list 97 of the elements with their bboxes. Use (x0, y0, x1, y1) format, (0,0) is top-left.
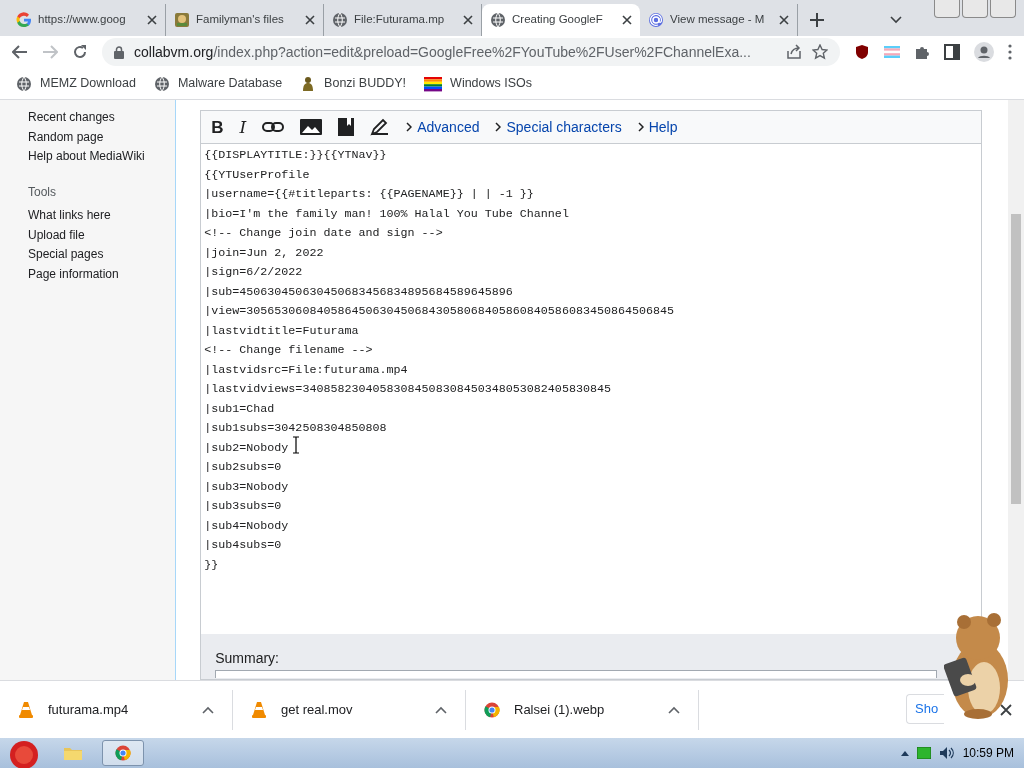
close-icon[interactable] (147, 15, 157, 25)
sidebar-link[interactable]: Help about MediaWiki (28, 147, 176, 167)
bookmark[interactable]: Malware Database (153, 74, 283, 93)
star-icon[interactable] (812, 44, 828, 60)
code-line: }} (204, 556, 219, 574)
download-item[interactable]: get real.mov (233, 689, 466, 730)
code-line: |sub1=Chad (204, 400, 275, 418)
bookmark[interactable]: MEMZ Download (16, 74, 136, 93)
sidebar-link[interactable]: Page information (28, 264, 176, 284)
sidebar-link[interactable]: Special pages (28, 245, 176, 265)
chevron-right-icon (406, 122, 413, 132)
close-icon[interactable] (305, 15, 315, 25)
close-icon[interactable] (779, 15, 789, 25)
code-line: |join=Jun 2, 2022 (204, 244, 324, 262)
code-line: |lastvidsrc=File:futurama.mp4 (204, 361, 408, 379)
sidebar-link[interactable]: Upload file (28, 225, 176, 245)
image-icon[interactable] (300, 119, 323, 135)
code-line: |sub2subs=0 (204, 459, 282, 476)
folder-icon (63, 745, 83, 761)
code-line: {{YTUserProfile (204, 166, 310, 184)
profile-icon[interactable] (974, 42, 994, 62)
taskbar-app[interactable] (102, 740, 144, 766)
more-menu-icon[interactable] (1008, 44, 1012, 60)
back-icon[interactable] (12, 45, 28, 59)
code-line: |username={{#titleparts: {{PAGENAME}} | | -1 }} (204, 186, 534, 203)
chrome-icon (115, 745, 131, 761)
chevron-right-icon (637, 122, 644, 132)
url-text: collabvm.org/index.php?action=edit&preload=GoogleFree%2FYouTube%2FUser%2FChannelExa... (134, 42, 751, 62)
code-line: |sub4=Nobody (204, 517, 289, 535)
code-line: <!-- Change join date and sign --> (204, 225, 443, 242)
browser-tab[interactable]: Creating GoogleF (482, 4, 640, 36)
address-bar[interactable]: collabvm.org/index.php?action=edit&preload=GoogleFree%2FYouTube%2FUser%2FChannelExa... (102, 38, 840, 66)
chrome-icon (484, 701, 500, 718)
google-icon (16, 12, 32, 28)
new-tab-icon[interactable] (810, 13, 824, 27)
close-icon[interactable] (1000, 703, 1012, 716)
link-icon[interactable] (262, 120, 285, 134)
at-sign-icon (648, 12, 664, 28)
chevron-right-icon (495, 122, 502, 132)
code-line: {{DISPLAYTITLE:}}{{YTNav}} (204, 147, 387, 164)
code-line: |lastvidtitle=Futurama (204, 322, 359, 340)
code-line: |sub1subs=3042508304850808 (204, 420, 387, 437)
globe-icon (332, 12, 348, 28)
show-all-button[interactable]: Sho (906, 694, 944, 724)
image-icon (174, 12, 190, 28)
side-panel-icon[interactable] (944, 44, 960, 60)
scrollbar[interactable] (1008, 100, 1024, 680)
traffic-cone-icon (18, 700, 34, 719)
summary-field[interactable] (215, 670, 938, 678)
sidebar-heading: Tools (28, 183, 57, 201)
bookmark[interactable]: Bonzi BUDDY! (300, 74, 407, 93)
code-line: <!-- Change filename --> (204, 342, 373, 359)
bold-button[interactable]: B (205, 116, 230, 138)
globe-icon (16, 75, 32, 92)
sidebar-link[interactable]: Random page (28, 127, 176, 147)
network-icon[interactable] (916, 747, 931, 759)
globe-icon (153, 75, 170, 92)
traffic-cone-icon (251, 700, 267, 719)
rainbow-flag-icon (424, 75, 443, 92)
sidebar-link[interactable]: What links here (28, 206, 176, 226)
close-icon[interactable] (463, 15, 473, 25)
code-line: |view=3056530608405864506304506843058068405860840586083450864506845 (204, 303, 675, 320)
download-item[interactable]: Ralsei (1).webp (466, 689, 699, 730)
bookmark-icon[interactable] (338, 118, 355, 136)
reload-icon[interactable] (72, 44, 88, 60)
chevron-up-icon[interactable] (435, 705, 447, 714)
code-line: |sign=6/2/2022 (204, 264, 303, 281)
chevron-down-icon[interactable] (890, 16, 902, 24)
clock[interactable]: 10:59 PM (962, 744, 1014, 762)
bookmark[interactable]: Windows ISOs (424, 74, 533, 93)
toolbar-menu[interactable]: Help (631, 114, 684, 140)
code-line: |sub2=Nobody (204, 439, 289, 457)
code-line: |sub3subs=0 (204, 498, 282, 515)
italic-button[interactable]: I (233, 116, 253, 138)
globe-icon (490, 12, 506, 28)
chevron-up-icon[interactable] (202, 705, 214, 714)
close-icon[interactable] (622, 15, 632, 25)
tray-arrow-icon[interactable] (900, 750, 909, 756)
scrollbar-thumb[interactable] (1011, 214, 1022, 504)
pencil-icon[interactable] (370, 118, 391, 136)
lock-icon (114, 45, 124, 59)
puzzle-icon[interactable] (914, 44, 930, 60)
toolbar-menu[interactable]: Advanced (400, 114, 486, 140)
share-icon[interactable] (786, 44, 802, 60)
sidebar-link[interactable]: Recent changes (28, 108, 176, 128)
code-line: |sub4subs=0 (204, 537, 282, 554)
code-line: |sub=450630450630450683456834895684589645896 (204, 283, 513, 301)
speaker-icon[interactable] (938, 746, 955, 760)
code-line: |bio=I'm the family man! 100% Halal You Tube Channel (204, 205, 569, 223)
shield-icon[interactable] (854, 44, 870, 60)
download-item[interactable]: futurama.mp4 (0, 689, 233, 730)
text-cursor-icon (292, 436, 300, 454)
summary-label: Summary: (215, 650, 280, 666)
code-line: |lastvidviews=34085823040583084508308450348053082405830845 (204, 381, 611, 398)
toolbar-menu[interactable]: Special characters (489, 114, 628, 140)
chevron-up-icon[interactable] (668, 705, 680, 714)
code-line: |sub3=Nobody (204, 478, 289, 496)
